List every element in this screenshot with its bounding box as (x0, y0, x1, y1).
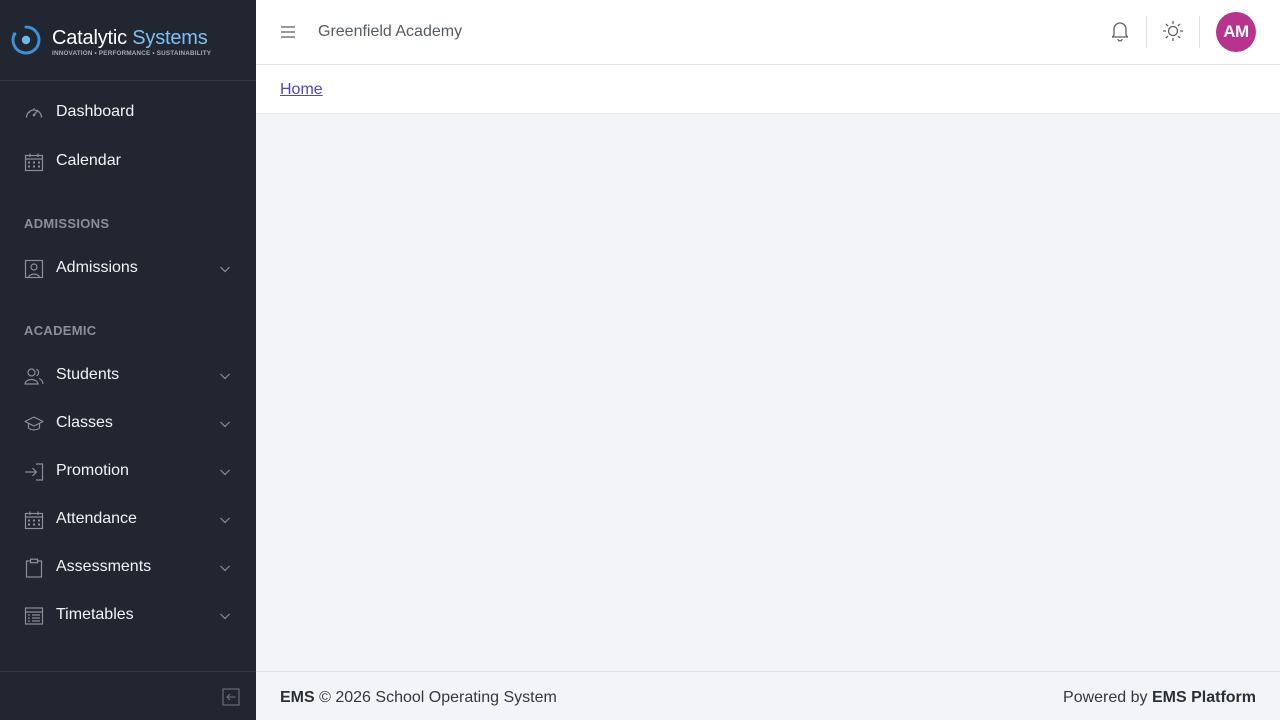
chevron-down-icon (220, 373, 230, 380)
sidebar-item-classes[interactable]: Classes (0, 404, 256, 444)
chevron-down-icon (220, 421, 230, 428)
user-avatar[interactable]: AM (1216, 12, 1256, 52)
sidebar-item-label: Calendar (56, 152, 121, 169)
sidebar-item-label: Promotion (56, 462, 129, 479)
people-icon (24, 368, 44, 385)
sidebar: Catalytic Systems INNOVATION • PERFORMAN… (0, 0, 256, 720)
table-list-icon (24, 607, 44, 625)
footer-copyright: EMS © 2026 School Operating System (280, 689, 557, 707)
footer-powered-prefix: Powered by (1063, 689, 1148, 706)
sidebar-item-attendance[interactable]: Attendance (0, 500, 256, 540)
footer-powered-name[interactable]: EMS Platform (1152, 689, 1256, 706)
brand-name-part1: Catalytic (52, 27, 127, 49)
main-content (256, 114, 1280, 671)
page-footer: EMS © 2026 School Operating System Power… (256, 671, 1280, 720)
chevron-down-icon (220, 517, 230, 524)
clipboard-icon (25, 558, 43, 578)
calendar-icon (24, 511, 44, 530)
chevron-down-icon (220, 613, 230, 620)
brand-name: Catalytic Systems (52, 27, 208, 50)
top-header: Greenfield Academy AM (256, 0, 1280, 65)
catalytic-logo-icon (11, 25, 41, 55)
sidebar-item-dashboard[interactable]: Dashboard (0, 93, 256, 133)
calendar-icon (24, 153, 44, 172)
breadcrumb-home-link[interactable]: Home (280, 81, 323, 99)
sun-icon[interactable] (1162, 20, 1184, 42)
header-divider (1146, 16, 1147, 48)
sidebar-item-calendar[interactable]: Calendar (0, 142, 256, 182)
hamburger-menu-icon[interactable] (278, 22, 298, 42)
brand-tagline: INNOVATION • PERFORMANCE • SUSTAINABILIT… (52, 50, 212, 57)
sidebar-item-promotion[interactable]: Promotion (0, 452, 256, 492)
section-title-admissions: ADMISSIONS (24, 216, 110, 231)
chevron-down-icon (220, 469, 230, 476)
header-divider (1199, 16, 1200, 48)
breadcrumb: Home (256, 65, 1280, 114)
sidebar-footer (0, 671, 256, 720)
sidebar-item-students[interactable]: Students (0, 356, 256, 396)
chevron-down-icon (220, 565, 230, 572)
sidebar-item-assessments[interactable]: Assessments (0, 548, 256, 588)
chevron-down-icon (220, 266, 230, 273)
bell-icon[interactable] (1110, 20, 1130, 42)
sidebar-item-label: Timetables (56, 606, 134, 623)
footer-brand: EMS (280, 689, 315, 706)
footer-powered-by: Powered by EMS Platform (1063, 689, 1256, 707)
sidebar-item-label: Admissions (56, 259, 138, 276)
graduation-cap-icon (24, 416, 44, 431)
sidebar-item-label: Classes (56, 414, 113, 431)
sidebar-item-label: Attendance (56, 510, 137, 527)
section-title-academic: ACADEMIC (24, 323, 97, 338)
collapse-sidebar-icon[interactable] (222, 688, 240, 706)
arrow-right-box-icon (25, 463, 44, 481)
person-badge-icon (24, 259, 44, 279)
sidebar-item-label: Dashboard (56, 103, 135, 120)
brand-name-part2: Systems (132, 27, 208, 49)
speedometer-icon (25, 108, 43, 118)
school-name: Greenfield Academy (318, 23, 463, 40)
sidebar-item-timetables[interactable]: Timetables (0, 596, 256, 636)
sidebar-item-admissions[interactable]: Admissions (0, 249, 256, 289)
sidebar-item-label: Students (56, 366, 120, 383)
footer-copyright-text: © 2026 School Operating System (319, 689, 557, 706)
sidebar-item-label: Assessments (56, 558, 152, 575)
brand-logo-area[interactable]: Catalytic Systems INNOVATION • PERFORMAN… (0, 0, 256, 81)
